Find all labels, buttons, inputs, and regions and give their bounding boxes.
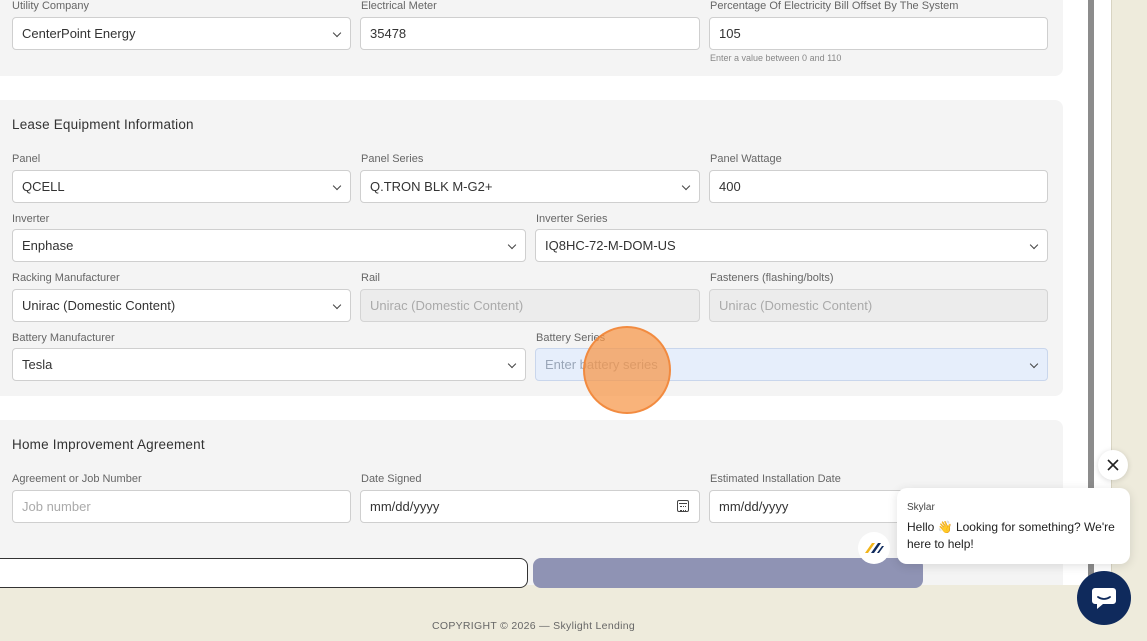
- panel-wattage-value: 400: [719, 179, 741, 194]
- chevron-down-icon: [332, 300, 342, 310]
- install-date-value: mm/dd/yyyy: [719, 499, 789, 514]
- chat-avatar: [858, 532, 890, 564]
- chevron-down-icon: [332, 181, 342, 191]
- cursor-highlight: [583, 326, 671, 414]
- racking-select[interactable]: Unirac (Domestic Content): [12, 289, 351, 322]
- chevron-down-icon: [1029, 240, 1039, 250]
- panel-value: QCELL: [22, 179, 65, 194]
- date-signed-input[interactable]: mm/dd/yyyy: [360, 490, 700, 523]
- fasteners-input: Unirac (Domestic Content): [709, 289, 1048, 322]
- chevron-down-icon: [1029, 359, 1039, 369]
- panel-label: Panel: [12, 153, 41, 165]
- footer-copyright: COPYRIGHT © 2026 — Skylight Lending: [431, 620, 636, 632]
- racking-label: Racking Manufacturer: [12, 272, 120, 284]
- panel-series-value: Q.TRON BLK M-G2+: [370, 179, 493, 194]
- install-date-label: Estimated Installation Date: [710, 473, 841, 485]
- chat-launcher-button[interactable]: [1077, 571, 1131, 625]
- fasteners-label: Fasteners (flashing/bolts): [710, 272, 834, 284]
- inverter-series-label: Inverter Series: [536, 213, 608, 225]
- job-number-input[interactable]: Job number: [12, 490, 351, 523]
- battery-manufacturer-select[interactable]: Tesla: [12, 348, 526, 381]
- back-button[interactable]: [0, 558, 528, 588]
- chevron-down-icon: [332, 28, 342, 38]
- electrical-meter-input[interactable]: 35478: [360, 17, 700, 50]
- inverter-label: Inverter: [12, 213, 50, 225]
- chat-message: Hello 👋 Looking for something? We're her…: [907, 520, 1115, 551]
- panel-wattage-label: Panel Wattage: [710, 153, 782, 165]
- utility-company-select[interactable]: CenterPoint Energy: [12, 17, 351, 50]
- battery-manufacturer-label: Battery Manufacturer: [12, 332, 115, 344]
- fasteners-value: Unirac (Domestic Content): [719, 298, 873, 313]
- job-number-label: Agreement or Job Number: [12, 473, 142, 485]
- rail-value: Unirac (Domestic Content): [370, 298, 524, 313]
- panel-select[interactable]: QCELL: [12, 170, 351, 203]
- offset-input[interactable]: 105: [709, 17, 1048, 50]
- chevron-down-icon: [507, 240, 517, 250]
- inverter-series-select[interactable]: IQ8HC-72-M-DOM-US: [535, 229, 1048, 262]
- inverter-select[interactable]: Enphase: [12, 229, 526, 262]
- utility-company-value: CenterPoint Energy: [22, 26, 136, 41]
- lease-section-title: Lease Equipment Information: [12, 117, 194, 132]
- electrical-meter-value: 35478: [370, 26, 407, 41]
- chat-agent-name: Skylar: [907, 502, 935, 513]
- offset-hint: Enter a value between 0 and 110: [710, 53, 842, 63]
- utility-company-label: Utility Company: [12, 0, 90, 12]
- agreement-section-title: Home Improvement Agreement: [12, 437, 205, 452]
- close-icon: [1107, 459, 1119, 471]
- offset-label: Percentage Of Electricity Bill Offset By…: [710, 0, 959, 12]
- panel-series-select[interactable]: Q.TRON BLK M-G2+: [360, 170, 700, 203]
- date-signed-label: Date Signed: [361, 473, 422, 485]
- date-signed-value: mm/dd/yyyy: [370, 499, 440, 514]
- install-date-input[interactable]: mm/dd/yyyy: [709, 490, 909, 523]
- calendar-icon[interactable]: [677, 500, 689, 512]
- panel-wattage-input[interactable]: 400: [709, 170, 1048, 203]
- chevron-down-icon: [507, 359, 517, 369]
- job-number-placeholder: Job number: [22, 499, 91, 514]
- offset-value: 105: [719, 26, 741, 41]
- panel-series-label: Panel Series: [361, 153, 424, 165]
- chat-icon: [1092, 588, 1116, 609]
- submit-button[interactable]: [533, 558, 923, 588]
- rail-input: Unirac (Domestic Content): [360, 289, 700, 322]
- racking-value: Unirac (Domestic Content): [22, 298, 176, 313]
- battery-manufacturer-value: Tesla: [22, 357, 53, 372]
- inverter-series-value: IQ8HC-72-M-DOM-US: [545, 238, 676, 253]
- chat-greeting-bubble[interactable]: Skylar Hello 👋 Looking for something? We…: [897, 488, 1130, 564]
- rail-label: Rail: [361, 272, 380, 284]
- inverter-value: Enphase: [22, 238, 74, 253]
- chevron-down-icon: [681, 181, 691, 191]
- skylight-logo-icon: [865, 543, 884, 553]
- chat-close-button[interactable]: [1098, 450, 1128, 480]
- electrical-meter-label: Electrical Meter: [361, 0, 437, 12]
